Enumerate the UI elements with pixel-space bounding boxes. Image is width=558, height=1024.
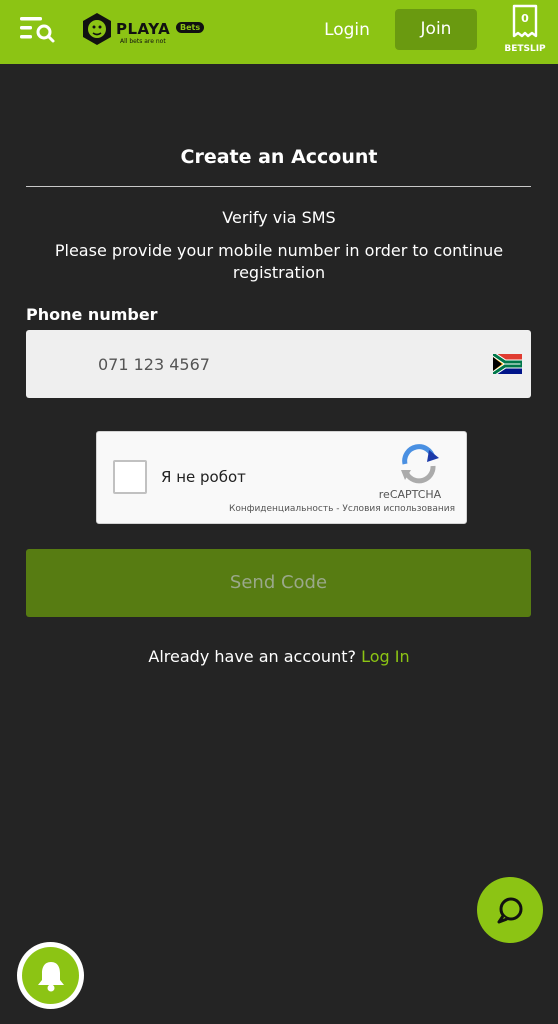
search-menu-icon	[20, 17, 55, 43]
log-in-link[interactable]: Log In	[361, 647, 410, 666]
header-login-button[interactable]: Login	[314, 10, 380, 50]
header-join-button[interactable]: Join	[395, 9, 477, 50]
betslip-label: BETSLIP	[504, 44, 546, 54]
recaptcha-label: Я не робот	[161, 468, 246, 486]
verify-heading: Verify via SMS	[222, 208, 336, 227]
betslip-button[interactable]: 0 BETSLIP	[500, 2, 550, 60]
logo-badge: Bets	[176, 22, 205, 33]
recaptcha-widget: Я не робот reCAPTCHA Конфиденциальность …	[96, 431, 467, 524]
verify-instructions: Please provide your mobile number in ord…	[54, 241, 504, 282]
betslip-count: 0	[521, 12, 529, 25]
phone-number-field[interactable]	[26, 330, 531, 398]
already-have-account-text: Already have an account?	[148, 647, 356, 666]
playa-bets-logo[interactable]: PLAYA Bets All bets are not	[80, 12, 210, 48]
send-code-button[interactable]: Send Code	[26, 549, 531, 617]
south-africa-flag-icon[interactable]	[493, 354, 522, 374]
recaptcha-links: Конфиденциальность - Условия использован…	[97, 504, 455, 514]
top-header: PLAYA Bets All bets are not Login Join 0…	[0, 0, 558, 64]
recaptcha-terms-link[interactable]: Условия использования	[342, 504, 455, 514]
notification-button-inner	[22, 947, 79, 1004]
recaptcha-brand: reCAPTCHA	[378, 488, 442, 501]
chat-bubble-icon	[497, 897, 523, 924]
page-title: Create an Account	[180, 146, 378, 168]
phone-number-label: Phone number	[26, 305, 158, 324]
already-have-account: Already have an account? Log In	[0, 647, 558, 666]
recaptcha-privacy-link[interactable]: Конфиденциальность	[229, 504, 333, 514]
recaptcha-checkbox[interactable]	[113, 460, 147, 494]
chat-button[interactable]	[477, 877, 543, 943]
lion-logo-icon	[83, 13, 111, 45]
notification-button[interactable]	[17, 942, 84, 1009]
logo-text: PLAYA	[116, 20, 171, 38]
logo-tagline: All bets are not	[120, 38, 166, 45]
recaptcha-link-separator: -	[336, 504, 340, 514]
bell-icon	[38, 962, 64, 992]
phone-number-input[interactable]	[96, 330, 476, 398]
title-divider	[26, 186, 531, 187]
recaptcha-logo-icon	[401, 444, 439, 484]
search-menu-button[interactable]	[18, 14, 58, 46]
